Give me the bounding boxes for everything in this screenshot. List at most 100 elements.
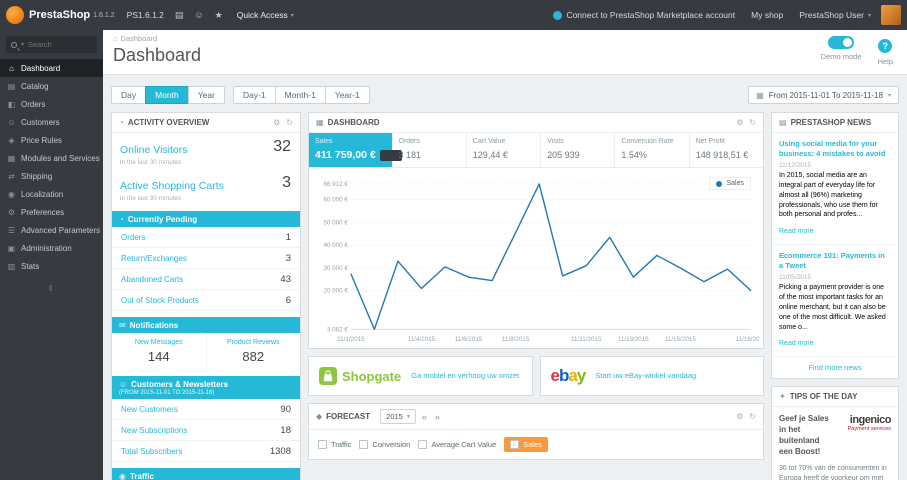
legend-label: Conversion (372, 440, 411, 450)
help-control[interactable]: ? Help (878, 36, 893, 66)
sidebar-item-price-rules[interactable]: ◈ Price Rules (0, 131, 103, 149)
sidebar-item-label: Orders (21, 99, 46, 109)
refresh-icon[interactable]: ↻ (749, 118, 756, 127)
trophy-icon[interactable]: ★ (215, 10, 223, 21)
read-more-link[interactable]: Read more (779, 340, 814, 347)
sidebar-item-advanced-parameters[interactable]: ☰ Advanced Parameters (0, 221, 103, 239)
active-carts-link[interactable]: Active Shopping Carts (120, 180, 224, 192)
product-reviews-stat[interactable]: Product Reviews 882 (205, 333, 301, 370)
search-input[interactable] (28, 40, 87, 49)
forecast-year-select[interactable]: 2015 ▾ (380, 409, 416, 425)
kpi-cart-value[interactable]: Cart Value 129,44 € (467, 133, 542, 167)
sidebar-item-shipping[interactable]: ⇄ Shipping (0, 167, 103, 185)
sidebar-item-dashboard[interactable]: ⌂ Dashboard (0, 59, 103, 77)
checkbox-icon (418, 440, 428, 450)
traffic-header: ◉ Traffic (FROM 2015-11-01 TO 2015-11-18… (112, 468, 300, 480)
range-day-1-button[interactable]: Day-1 (232, 86, 276, 104)
news-article: Ecommerce 101: Payments in a Tweet 11/05… (772, 245, 898, 358)
forecast-panel: ◆ FORECAST 2015 ▾ « » ⚙ ↻ Traffic Conver… (308, 403, 764, 461)
active-carts-sub: in the last 30 minutes (120, 195, 182, 202)
gear-icon[interactable]: ⚙ (736, 412, 743, 421)
stats-icon: ▥ (7, 261, 16, 271)
new-subscriptions-row[interactable]: New Subscriptions 18 (112, 420, 300, 441)
modules-icon: ▦ (7, 153, 16, 163)
range-year-1-button[interactable]: Year-1 (324, 86, 370, 104)
user-icon[interactable]: ☺ (194, 10, 203, 20)
chart-legend[interactable]: Sales (709, 177, 751, 190)
online-visitors-link[interactable]: Online Visitors (120, 144, 188, 156)
forecast-legend-conversion[interactable]: Conversion (359, 440, 411, 450)
sidebar-collapse-button[interactable]: ‖ (0, 275, 103, 302)
kpi-visits[interactable]: Visits 205 939 (541, 133, 616, 167)
range-month-button[interactable]: Month (145, 86, 189, 104)
sidebar-item-catalog[interactable]: ▤ Catalog (0, 77, 103, 95)
cart-icon[interactable]: ▤ (175, 10, 184, 21)
ingenico-wordmark: ingenico (849, 414, 892, 427)
article-title-link[interactable]: Using social media for your business: 4 … (779, 139, 891, 159)
search-scope-caret-icon[interactable]: ▾ (21, 41, 24, 48)
read-more-link[interactable]: Read more (779, 228, 814, 235)
avatar[interactable] (881, 5, 901, 25)
article-date: 11/05/2015 (779, 274, 812, 282)
sidebar-item-preferences[interactable]: ⚙ Preferences (0, 203, 103, 221)
stat-label: Product Reviews (226, 339, 280, 346)
breadcrumb[interactable]: ⌂ Dashboard (113, 34, 897, 43)
sidebar-item-orders[interactable]: ◧ Orders (0, 95, 103, 113)
abandoned-carts-row[interactable]: Abandoned Carts 43 (112, 269, 300, 290)
forecast-next-button[interactable]: » (433, 412, 442, 422)
ebay-link[interactable]: Start uw eBay-winkel vandaag (595, 371, 696, 381)
brand-version: 1.6.1.2 (93, 11, 115, 19)
dashboard-panel: ▦ DASHBOARD ⚙ ↻ Sales 411 759,00 € Order… (308, 112, 764, 350)
my-shop-link[interactable]: My shop (751, 10, 783, 20)
range-year-button[interactable]: Year (187, 86, 225, 104)
date-range-picker[interactable]: ▦ From 2015-11-01 To 2015-11-18 ▾ (748, 86, 899, 104)
home-icon: ⌂ (113, 34, 118, 43)
active-carts-stat: Active Shopping Carts 3 in the last 30 m… (112, 169, 300, 205)
prestashop-logo[interactable] (6, 6, 24, 24)
forecast-legend-average-cart-value[interactable]: Average Cart Value (418, 440, 496, 450)
quick-access-menu[interactable]: Quick Access ▾ (237, 10, 294, 20)
refresh-icon[interactable]: ↻ (286, 118, 293, 127)
forecast-prev-button[interactable]: « (420, 412, 429, 422)
pending-returns-row[interactable]: Return/Exchanges 3 (112, 248, 300, 269)
kpi-sales[interactable]: Sales 411 759,00 € (309, 133, 402, 167)
kpi-net-profit[interactable]: Net Profit 148 918,51 € (690, 133, 763, 167)
kpi-conversion-rate[interactable]: Conversion Rate 1.54% (615, 133, 690, 167)
legend-label: Traffic (331, 440, 352, 450)
find-more-news-link[interactable]: Find more news (772, 357, 898, 378)
sidebar-item-administration[interactable]: ▣ Administration (0, 239, 103, 257)
range-day-button[interactable]: Day (111, 86, 147, 104)
sidebar-item-modules[interactable]: ▦ Modules and Services (0, 149, 103, 167)
demo-mode-toggle[interactable] (828, 36, 855, 49)
toggle-knob (843, 38, 853, 47)
sidebar-search[interactable]: ▾ (6, 36, 97, 53)
refresh-icon[interactable]: ↻ (749, 412, 756, 421)
range-month-1-button[interactable]: Month-1 (274, 86, 326, 104)
sidebar-item-customers[interactable]: ☺ Customers (0, 113, 103, 131)
sidebar-item-stats[interactable]: ▥ Stats (0, 257, 103, 275)
svg-text:11/4/2015: 11/4/2015 (408, 336, 436, 343)
marketplace-link[interactable]: Connect to PrestaShop Marketplace accoun… (553, 10, 735, 20)
forecast-legend-sales[interactable]: ✓ Sales (504, 437, 548, 453)
total-subscribers-row[interactable]: Total Subscribers 1308 (112, 441, 300, 462)
help-icon[interactable]: ? (878, 39, 893, 53)
row-value: 1 (285, 231, 291, 243)
gear-icon[interactable]: ⚙ (273, 118, 280, 127)
kpi-orders[interactable]: Orders 3 181 (393, 133, 467, 167)
sidebar-item-label: Dashboard (21, 63, 61, 73)
activity-overview-panel: ◔ ACTIVITY OVERVIEW ⚙ ↻ Online Visitors … (111, 112, 301, 480)
pending-orders-row[interactable]: Orders 1 (112, 227, 300, 248)
legend-label: Sales (523, 440, 542, 450)
sidebar-item-localization[interactable]: ◉ Localization (0, 185, 103, 203)
brand-name[interactable]: PrestaShop (29, 9, 90, 21)
user-menu[interactable]: PrestaShop User ▾ (799, 10, 871, 20)
forecast-legend-traffic[interactable]: Traffic (318, 440, 352, 450)
shopgate-link[interactable]: Ga mobiel en verhoog uw omzet (411, 371, 519, 381)
article-title-link[interactable]: Ecommerce 101: Payments in a Tweet (779, 251, 891, 271)
gear-icon[interactable]: ⚙ (736, 118, 743, 127)
kpi-value: 205 939 (547, 150, 580, 160)
new-messages-stat[interactable]: New Messages 144 (112, 333, 206, 370)
shop-name-link[interactable]: PS1.6.1.2 (127, 10, 164, 20)
new-customers-row[interactable]: New Customers 90 (112, 399, 300, 420)
out-of-stock-row[interactable]: Out of Stock Products 6 (112, 290, 300, 311)
